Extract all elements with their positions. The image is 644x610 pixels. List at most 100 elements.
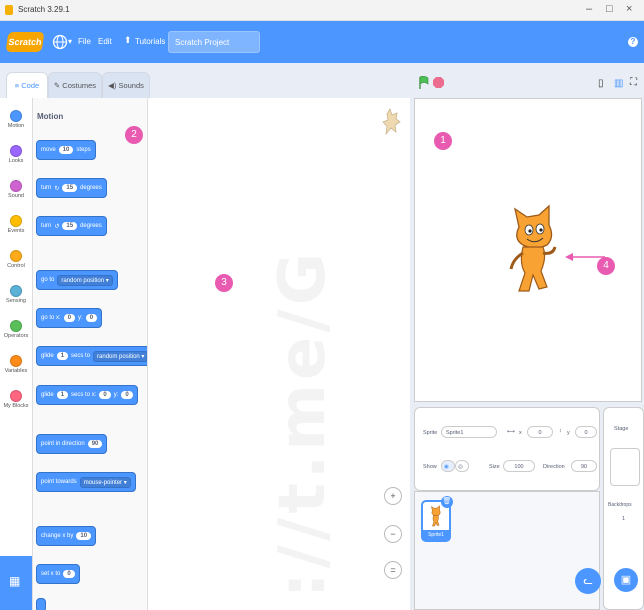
block-point-in-direction[interactable]: point in direction 90	[36, 434, 108, 454]
app-icon	[5, 5, 13, 15]
project-title-input[interactable]: Scratch Project	[168, 31, 260, 53]
zoom-reset-button[interactable]: =	[384, 561, 402, 579]
block-text: point in direction	[41, 441, 85, 447]
hide-toggle[interactable]: ◎	[455, 460, 469, 472]
block-input[interactable]: 15	[62, 222, 78, 230]
zoom-out-icon: −	[390, 529, 396, 539]
block-input[interactable]: 1	[56, 391, 69, 399]
tutorials-icon[interactable]: ⬆	[124, 35, 132, 46]
block-dropdown[interactable]: mouse-pointer ▾	[79, 476, 131, 488]
help-icon[interactable]: ?	[628, 37, 638, 47]
scratch-logo[interactable]: Scratch	[5, 32, 45, 52]
block-input[interactable]: 0	[63, 570, 75, 578]
large-stage-icon[interactable]: ▥	[614, 78, 623, 89]
x-input[interactable]: 0	[527, 426, 553, 438]
block-input[interactable]: 15	[62, 184, 78, 192]
block-text: y:	[113, 392, 119, 398]
language-globe-icon[interactable]	[52, 34, 68, 50]
category-looks[interactable]: Looks	[0, 145, 32, 164]
operators-dot-icon	[10, 320, 22, 332]
category-my-blocks[interactable]: My Blocks	[0, 390, 32, 409]
block-text: degrees	[80, 223, 102, 229]
block-move-steps[interactable]: move 10 steps	[36, 140, 96, 160]
category-events[interactable]: Events	[0, 215, 32, 234]
chevron-down-icon[interactable]: ▾	[68, 37, 72, 46]
my-blocks-dot-icon	[10, 390, 22, 402]
tab-code-label: Code	[21, 81, 40, 90]
category-sound[interactable]: Sound	[0, 180, 32, 199]
minimize-button[interactable]: –	[586, 3, 592, 15]
block-go-to-xy[interactable]: go to x: 0 y: 0	[36, 308, 103, 328]
looks-dot-icon	[10, 145, 22, 157]
category-label: Operators	[3, 333, 29, 339]
eye-closed-icon: ◎	[458, 464, 463, 470]
menu-tutorials[interactable]: Tutorials	[135, 37, 165, 46]
block-text: change x by	[41, 533, 74, 539]
category-motion[interactable]: Motion	[0, 110, 32, 129]
block-glide-to-xy[interactable]: glide 1 secs to x: 0 y: 0	[36, 385, 138, 405]
fullscreen-icon[interactable]: ⛶	[630, 77, 637, 88]
block-point-towards[interactable]: point towards mouse-pointer ▾	[36, 472, 136, 492]
close-button[interactable]: ×	[626, 3, 632, 15]
block-input[interactable]: 10	[58, 146, 74, 154]
script-area[interactable]: ://t.me/G	[148, 98, 410, 610]
block-text: turn	[41, 223, 52, 229]
block-glide-to[interactable]: glide 1 secs to random position ▾	[36, 346, 147, 366]
menubar: Scratch ▾ File Edit ⬆ Tutorials Scratch …	[0, 21, 644, 63]
small-stage-icon[interactable]: ▯	[598, 78, 604, 89]
tab-costumes-label: Costumes	[62, 81, 97, 90]
block-input[interactable]: 90	[87, 440, 103, 448]
tab-costumes[interactable]: ✎ Costumes	[48, 72, 102, 99]
size-input[interactable]: 100	[503, 460, 535, 472]
sprite-name-input[interactable]: Sprite1	[441, 426, 497, 438]
category-label: Motion	[7, 123, 25, 129]
sprite-thumbnail[interactable]: Sprite1 🗑	[421, 496, 453, 542]
category-control[interactable]: Control	[0, 250, 32, 269]
block-turn-left[interactable]: turn ↺ 15 degrees	[36, 216, 107, 236]
choose-backdrop-button[interactable]: ▣	[614, 568, 638, 592]
block-turn-right[interactable]: turn ↻ 15 degrees	[36, 178, 107, 198]
scratch-cat-sprite[interactable]	[509, 203, 559, 295]
stage-thumbnail[interactable]	[610, 448, 640, 486]
block-input[interactable]: 0	[63, 314, 76, 322]
block-partial[interactable]	[36, 598, 46, 610]
show-label: Show	[423, 464, 437, 470]
menu-file[interactable]: File	[78, 37, 91, 46]
sensing-dot-icon	[10, 285, 22, 297]
block-input[interactable]: 0	[99, 391, 111, 399]
zoom-in-button[interactable]: +	[384, 487, 402, 505]
block-input[interactable]: 0	[85, 314, 98, 322]
block-input[interactable]: 10	[76, 532, 92, 540]
tab-sounds[interactable]: ◀) Sounds	[102, 72, 150, 99]
category-label: Sensing	[6, 298, 26, 304]
direction-label: Direction	[543, 464, 565, 470]
add-extension-button[interactable]: ▦	[0, 556, 32, 610]
block-text: turn	[41, 185, 52, 191]
direction-input[interactable]: 90	[571, 460, 597, 472]
palette-category-title: Motion	[37, 112, 64, 121]
block-input[interactable]: 0	[121, 391, 133, 399]
choose-sprite-button[interactable]: ᓚ	[575, 568, 601, 594]
category-variables[interactable]: Variables	[0, 355, 32, 374]
y-input[interactable]: 0	[575, 426, 597, 438]
block-change-x[interactable]: change x by 10	[36, 526, 97, 546]
block-dropdown[interactable]: random position ▾	[93, 350, 147, 362]
block-go-to[interactable]: go to random position ▾	[36, 270, 118, 290]
menu-edit[interactable]: Edit	[98, 37, 112, 46]
stop-icon[interactable]	[433, 77, 444, 88]
tab-code[interactable]: ≡ Code	[6, 72, 48, 99]
block-set-x[interactable]: set x to 0	[36, 564, 80, 584]
block-dropdown[interactable]: random position ▾	[57, 274, 113, 286]
marker-4: 4	[597, 257, 615, 275]
maximize-button[interactable]: □	[606, 3, 613, 15]
category-operators[interactable]: Operators	[0, 320, 32, 339]
block-text: degrees	[80, 185, 102, 191]
block-palette: Motion move 10 steps turn ↻ 15 degrees t…	[33, 98, 148, 610]
show-visible-toggle[interactable]: ◉	[441, 460, 455, 472]
zoom-out-button[interactable]: −	[384, 525, 402, 543]
block-input[interactable]: 1	[56, 352, 69, 360]
green-flag-icon[interactable]	[418, 76, 430, 90]
category-sensing[interactable]: Sensing	[0, 285, 32, 304]
category-label: Looks	[8, 158, 24, 164]
delete-sprite-icon[interactable]: 🗑	[441, 496, 453, 508]
